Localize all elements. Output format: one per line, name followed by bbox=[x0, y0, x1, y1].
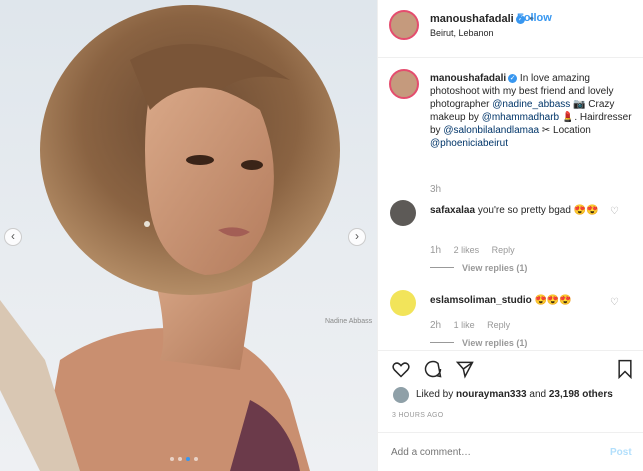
comment-reply-button[interactable]: Reply bbox=[492, 245, 515, 255]
photo-watermark: Nadine Abbass bbox=[325, 318, 373, 325]
previous-slide-button[interactable]: ‹ bbox=[4, 228, 22, 246]
post-caption: manoushafadali ✓ In love amazing photosho… bbox=[430, 72, 635, 150]
author-username-text[interactable]: manoushafadali bbox=[430, 13, 514, 25]
verified-badge-icon: ✓ bbox=[508, 74, 518, 83]
commenter-avatar[interactable] bbox=[390, 290, 416, 316]
mention-link[interactable]: @nadine_abbass bbox=[492, 99, 570, 110]
post-location[interactable]: Beirut, Lebanon bbox=[430, 28, 494, 38]
comment-time: 1h bbox=[430, 245, 442, 256]
comment-likes[interactable]: 2 likes bbox=[454, 245, 480, 255]
carousel-dot bbox=[170, 457, 174, 461]
likes-prefix: Liked by bbox=[416, 389, 457, 400]
view-replies-button[interactable]: View replies (1) bbox=[430, 263, 527, 273]
add-comment-bar: Post bbox=[378, 432, 643, 471]
post-actions bbox=[378, 350, 643, 379]
comment-likes[interactable]: 1 like bbox=[454, 320, 475, 330]
post-header: manoushafadali ✓ • Follow Beirut, Lebanon bbox=[378, 0, 643, 58]
post-sidebar: manoushafadali ✓ • Follow Beirut, Lebanon… bbox=[377, 0, 643, 471]
carousel-dot bbox=[186, 457, 190, 461]
comment-body: 😍😍😍 bbox=[531, 295, 572, 306]
comment-meta: 2h 1 like Reply bbox=[430, 320, 520, 331]
comment-reply-button[interactable]: Reply bbox=[487, 320, 510, 330]
carousel-dot bbox=[178, 457, 182, 461]
caption-time: 3h bbox=[430, 184, 442, 195]
mention-link[interactable]: @salonbilalandlamaa bbox=[443, 125, 539, 136]
comment-meta: 1h 2 likes Reply bbox=[430, 245, 525, 256]
post-timestamp: 3 HOURS AGO bbox=[392, 412, 444, 419]
author-avatar[interactable] bbox=[389, 10, 419, 40]
comment-like-heart-icon[interactable]: ♡ bbox=[610, 297, 619, 308]
comment-like-heart-icon[interactable]: ♡ bbox=[610, 206, 619, 217]
follow-button[interactable]: Follow bbox=[517, 12, 552, 24]
view-replies-button[interactable]: View replies (1) bbox=[430, 338, 527, 348]
view-replies-label[interactable]: View replies (1) bbox=[462, 263, 527, 273]
like-heart-icon[interactable] bbox=[391, 359, 411, 379]
caption-avatar[interactable] bbox=[389, 69, 419, 99]
commenter-avatar[interactable] bbox=[390, 200, 416, 226]
share-icon[interactable] bbox=[455, 359, 475, 379]
comment-time: 2h bbox=[430, 320, 442, 331]
likes-summary: Liked by nourayman333 and 23,198 others bbox=[416, 389, 613, 400]
likes-connector: and bbox=[526, 389, 549, 400]
comment-bubble-icon[interactable] bbox=[423, 359, 443, 379]
liker-username[interactable]: nourayman333 bbox=[456, 389, 527, 400]
post-photo[interactable]: Nadine Abbass ‹ › bbox=[0, 0, 377, 471]
comment-text: safaxalaa you're so pretty bgad 😍😍 bbox=[430, 204, 600, 217]
commenter-username[interactable]: safaxalaa bbox=[430, 205, 475, 216]
replies-divider bbox=[430, 342, 454, 343]
view-replies-label[interactable]: View replies (1) bbox=[462, 338, 527, 348]
caption-text: ✂ Location bbox=[539, 125, 591, 136]
comment-body: you're so pretty bgad 😍😍 bbox=[475, 205, 599, 216]
portrait-image bbox=[0, 5, 340, 471]
post-comment-button[interactable]: Post bbox=[610, 447, 632, 458]
caption-username[interactable]: manoushafadali bbox=[430, 73, 506, 84]
comment-text: eslamsoliman_studio 😍😍😍 bbox=[430, 294, 600, 307]
likes-count[interactable]: 23,198 others bbox=[549, 389, 613, 400]
mention-link[interactable]: @phoeniciabeirut bbox=[430, 138, 508, 149]
commenter-username[interactable]: eslamsoliman_studio bbox=[430, 295, 532, 306]
liker-avatar[interactable] bbox=[393, 387, 409, 403]
bookmark-icon[interactable] bbox=[616, 359, 634, 379]
next-slide-button[interactable]: › bbox=[348, 228, 366, 246]
carousel-dot bbox=[194, 457, 198, 461]
comment-input[interactable] bbox=[391, 447, 571, 458]
mention-link[interactable]: @mhammadharb bbox=[482, 112, 559, 123]
carousel-indicator bbox=[170, 457, 198, 461]
replies-divider bbox=[430, 267, 454, 268]
